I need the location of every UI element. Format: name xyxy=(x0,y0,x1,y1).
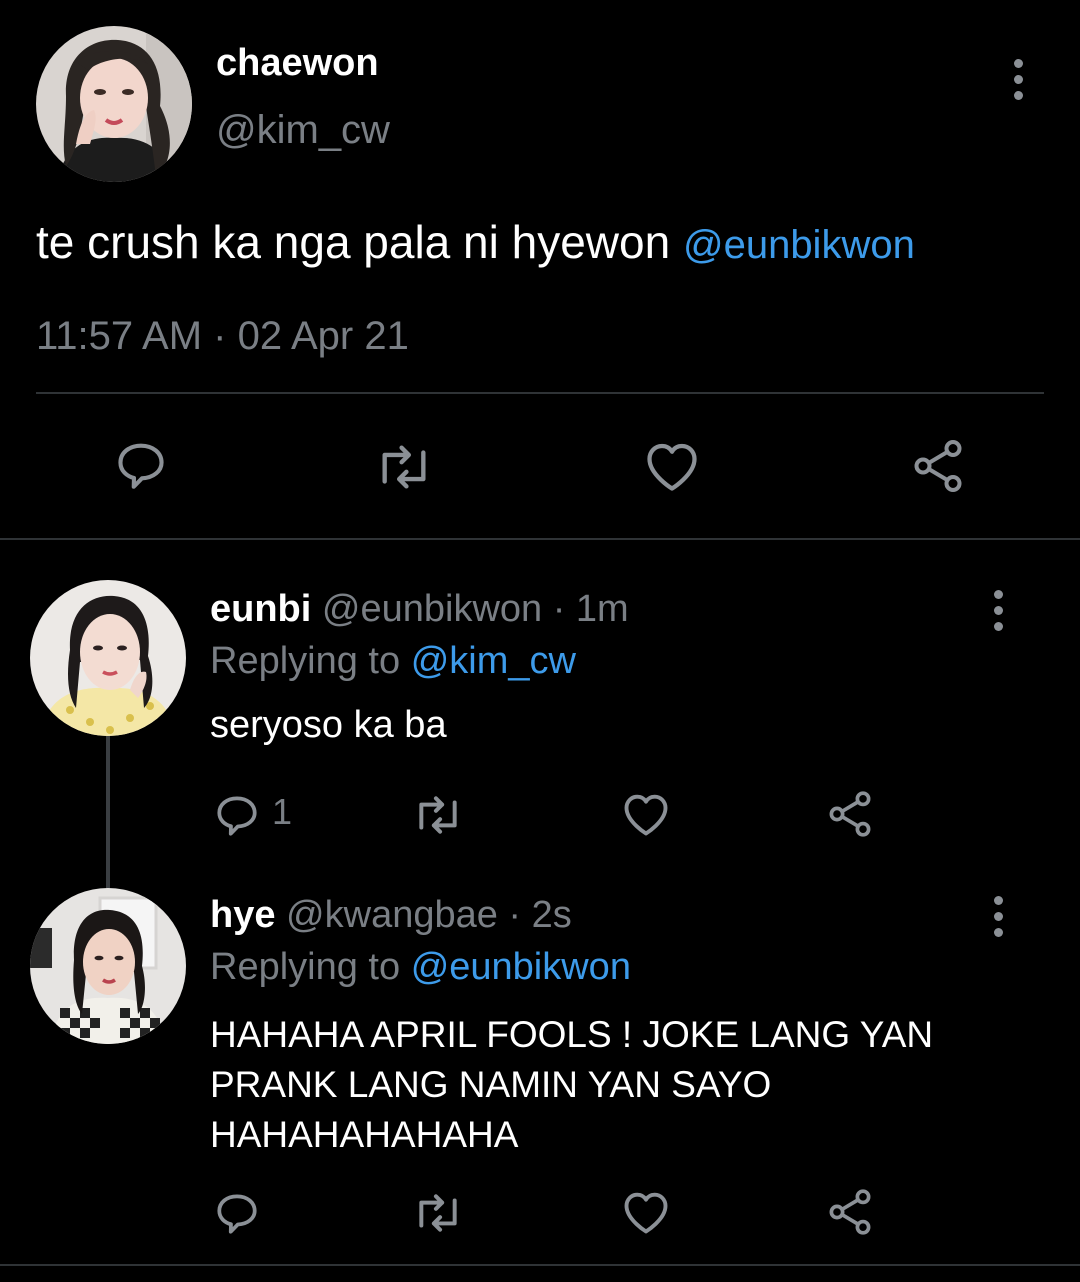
reply-count: 1 xyxy=(272,791,293,832)
avatar-eunbi[interactable] xyxy=(30,580,186,736)
share-icon[interactable] xyxy=(824,1186,876,1238)
replying-to: Replying to @eunbikwon xyxy=(210,944,631,990)
timestamp: 11:57 AM · 02 Apr 21 xyxy=(36,314,409,358)
divider xyxy=(36,392,1044,394)
reply-icon[interactable] xyxy=(212,1188,262,1238)
like-icon[interactable] xyxy=(642,438,702,494)
reply-header: eunbi @eunbikwon · 1m xyxy=(210,586,629,632)
reply-header: hye @kwangbae · 2s xyxy=(210,892,572,938)
display-name[interactable]: eunbi xyxy=(210,588,311,630)
share-icon[interactable] xyxy=(824,788,876,840)
retweet-icon[interactable] xyxy=(410,1188,466,1238)
more-options-icon[interactable] xyxy=(988,590,1008,631)
display-name[interactable]: chaewon xyxy=(216,40,379,86)
replying-to-label: Replying to xyxy=(210,640,401,682)
section-divider xyxy=(0,538,1080,540)
thread-line xyxy=(106,736,110,890)
share-icon[interactable] xyxy=(908,436,968,496)
reply-icon[interactable] xyxy=(112,436,170,494)
more-options-icon[interactable] xyxy=(988,896,1008,937)
like-icon[interactable] xyxy=(620,790,672,838)
handle-time[interactable]: @eunbikwon · 1m xyxy=(322,588,629,630)
display-name[interactable]: hye xyxy=(210,894,275,936)
like-icon[interactable] xyxy=(620,1188,672,1236)
mention-link[interactable]: @kim_cw xyxy=(411,640,576,682)
retweet-icon[interactable] xyxy=(410,790,466,840)
handle-time[interactable]: @kwangbae · 2s xyxy=(286,894,572,936)
reply-icon[interactable] xyxy=(212,790,262,840)
more-options-icon[interactable] xyxy=(1008,59,1028,100)
mention-link[interactable]: @eunbikwon xyxy=(411,946,631,988)
reply-text: seryoso ka ba xyxy=(210,704,447,746)
tweet-body: te crush ka nga pala ni hyewon xyxy=(36,216,671,268)
divider xyxy=(0,1264,1080,1266)
tweet-text: te crush ka nga pala ni hyewon @eunbikwo… xyxy=(36,212,915,275)
mention-link[interactable]: @eunbikwon xyxy=(683,223,915,267)
retweet-icon[interactable] xyxy=(372,438,436,496)
avatar-chaewon[interactable] xyxy=(36,26,192,182)
avatar-hye[interactable] xyxy=(30,888,186,1044)
reply-text: HAHAHA APRIL FOOLS ! JOKE LANG YAN PRANK… xyxy=(210,1014,934,1155)
handle[interactable]: @kim_cw xyxy=(216,106,390,154)
replying-to-label: Replying to xyxy=(210,946,401,988)
replying-to: Replying to @kim_cw xyxy=(210,638,576,684)
